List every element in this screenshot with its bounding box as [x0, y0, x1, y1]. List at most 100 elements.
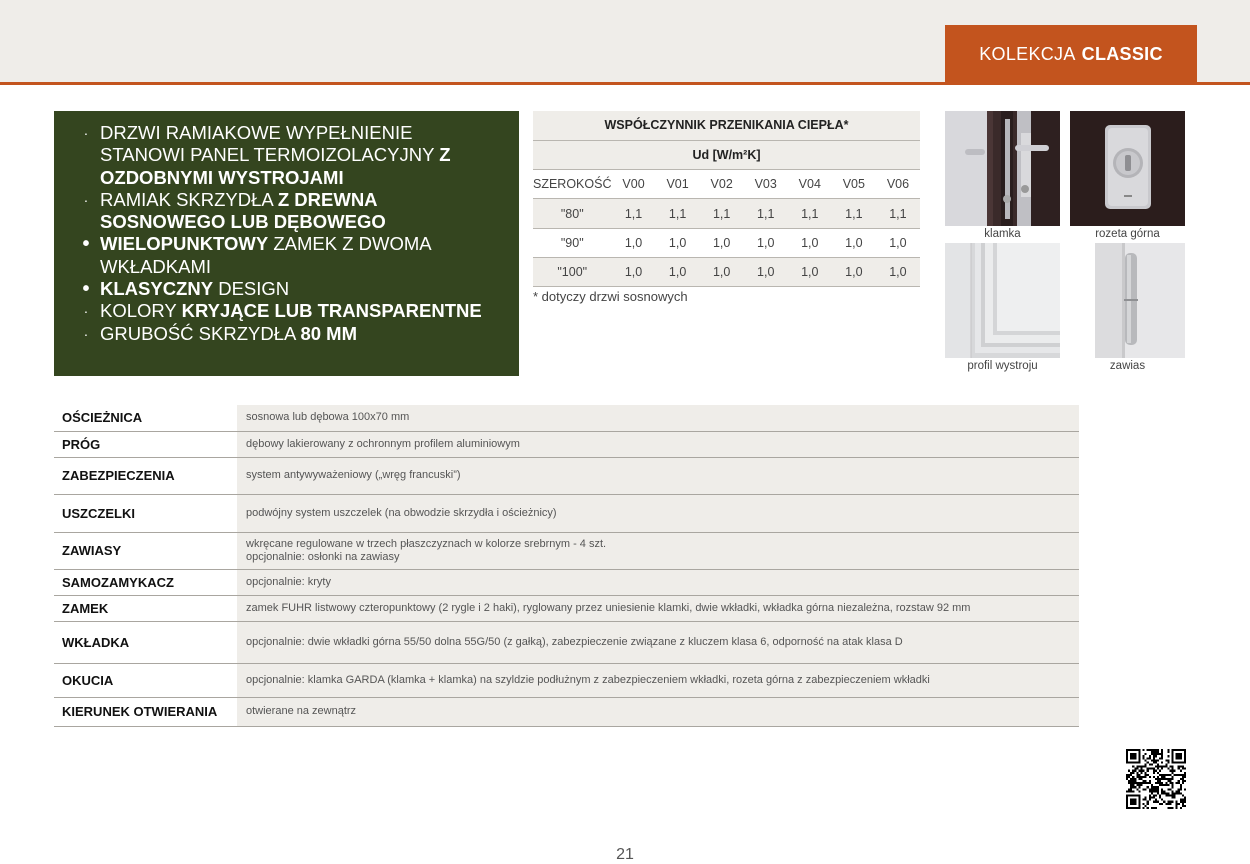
- spec-value: otwierane na zewnątrz: [237, 697, 1079, 727]
- feature-item: • WIELOPUNKTOWY ZAMEK Z DWOMA WKŁADKAMI: [72, 233, 499, 278]
- spec-label: OŚCIEŻNICA: [54, 405, 237, 432]
- heat-column-header: V01: [655, 169, 700, 200]
- spec-label: WKŁADKA: [54, 621, 237, 664]
- bullet-icon: •: [82, 278, 90, 301]
- spec-value: wkręcane regulowane w trzech płaszczyzna…: [237, 532, 1079, 570]
- lock-rosette-photo: [1070, 111, 1185, 226]
- feature-item: • KLASYCZNY DESIGN: [72, 278, 499, 300]
- heat-value-cell: 1,0: [875, 257, 920, 288]
- thumb-label-profil: profil wystroju: [967, 360, 1038, 372]
- heat-value-cell: 1,0: [655, 257, 700, 288]
- heat-table-row: "80" 1,1 1,1 1,1 1,1 1,1 1,1 1,1: [533, 198, 920, 229]
- feature-text-after: DESIGN: [213, 278, 290, 300]
- heat-value-cell: 1,0: [655, 228, 700, 258]
- thumb-label-klamka: klamka: [984, 228, 1021, 240]
- bullet-icon: •: [82, 233, 90, 256]
- spec-value: opcjonalnie: klamka GARDA (klamka + klam…: [237, 663, 1079, 698]
- feature-text-bold: KLASYCZNY: [100, 278, 214, 300]
- heat-value-cell: 1,1: [787, 198, 832, 229]
- spec-value: podwójny system uszczelek (na obwodzie s…: [237, 494, 1079, 533]
- spec-value-line: wkręcane regulowane w trzech płaszczyzna…: [246, 537, 607, 550]
- door-handle-photo: [945, 111, 1060, 226]
- bullet-icon: ·: [83, 125, 89, 141]
- heat-value-cell: 1,0: [831, 257, 876, 288]
- heat-table-note: * dotyczy drzwi sosnowych: [533, 289, 688, 305]
- heat-table-row: "100" 1,0 1,0 1,0 1,0 1,0 1,0 1,0: [533, 257, 920, 288]
- spec-value-line: opcjonalnie: kryty: [246, 575, 331, 588]
- heat-value-cell: 1,1: [611, 198, 656, 229]
- feature-text-normal: KOLORY: [100, 300, 182, 322]
- heat-width-cell: "100": [533, 257, 612, 288]
- spec-value: sosnowa lub dębowa 100x70 mm: [237, 405, 1079, 432]
- bullet-icon: ·: [83, 303, 89, 320]
- heat-width-cell: "90": [533, 228, 612, 258]
- feature-item: · DRZWI RAMIAKOWE WYPEŁNIENIE STANOWI PAN…: [72, 122, 499, 189]
- feature-text-bold: WIELOPUNKTOWY: [100, 233, 269, 255]
- spec-label: PRÓG: [54, 431, 237, 458]
- feature-text-bold: 80 MM: [300, 322, 358, 344]
- heat-value-cell: 1,0: [699, 257, 744, 288]
- heat-value-cell: 1,1: [655, 198, 700, 229]
- page-number: 21: [616, 846, 634, 863]
- spec-value: dębowy lakierowany z ochronnym profilem …: [237, 431, 1079, 458]
- panel-profile-photo: [945, 243, 1060, 358]
- spec-label: ZABEZPIECZENIA: [54, 457, 237, 495]
- qr-code-icon: [1126, 749, 1186, 809]
- specification-rows: OŚCIEŻNICA sosnowa lub dębowa 100x70 mm PR…: [54, 405, 1079, 727]
- heat-value-cell: 1,0: [787, 257, 832, 288]
- spec-label: KIERUNEK OTWIERANIA: [54, 697, 237, 727]
- bullet-icon: ·: [83, 191, 89, 208]
- spec-value: zamek FUHR listwowy czteropunktowy (2 ry…: [237, 595, 1079, 622]
- feature-text: RAMIAK SKRZYDŁA Z DREWNA SOSNOWEGO LUB D…: [100, 189, 499, 234]
- spec-value-line: opcjonalnie: klamka GARDA (klamka + klam…: [246, 673, 930, 686]
- heat-value-cell: 1,0: [875, 228, 920, 258]
- spec-label: USZCZELKI: [54, 494, 237, 533]
- heat-value-cell: 1,0: [743, 228, 788, 258]
- specification-table: OŚCIEŻNICA sosnowa lub dębowa 100x70 mm PR…: [54, 405, 1079, 727]
- heat-value-cell: 1,0: [611, 257, 656, 288]
- heat-table-header-row: SZEROKOŚĆ V00 V01 V02 V03 V04 V05 V06: [533, 169, 920, 200]
- spec-label: ZAWIASY: [54, 532, 237, 570]
- heat-table-title: WSPÓŁCZYNNIK PRZENIKANIA CIEPŁA*: [533, 111, 920, 141]
- heat-value-cell: 1,1: [743, 198, 788, 229]
- heat-column-header: SZEROKOŚĆ: [533, 169, 612, 200]
- spec-row: ZABEZPIECZENIA system antywyważeniowy („w…: [54, 457, 1079, 495]
- heat-column-header: V05: [831, 169, 876, 200]
- spec-row: ZAMEK zamek FUHR listwowy czteropunktowy …: [54, 595, 1079, 622]
- bullet-icon: ·: [83, 325, 89, 342]
- spec-value-line: sosnowa lub dębowa 100x70 mm: [246, 411, 410, 424]
- spec-value-line: dębowy lakierowany z ochronnym profilem …: [246, 437, 520, 450]
- hinge-photo: [1095, 243, 1185, 358]
- feature-text-normal: GRUBOŚĆ SKRZYDŁA: [100, 322, 301, 344]
- spec-row: OKUCIA opcjonalnie: klamka GARDA (klamka …: [54, 663, 1079, 698]
- features-panel: · DRZWI RAMIAKOWE WYPEŁNIENIE STANOWI PAN…: [54, 111, 519, 376]
- heat-transfer-table: WSPÓŁCZYNNIK PRZENIKANIA CIEPŁA* Ud [W/m…: [533, 111, 920, 288]
- feature-text-normal: DRZWI RAMIAKOWE WYPEŁNIENIE STANOWI PANE…: [100, 122, 440, 166]
- heat-table-row: "90" 1,0 1,0 1,0 1,0 1,0 1,0 1,0: [533, 228, 920, 258]
- collection-prefix: KOLEKCJA: [979, 43, 1076, 64]
- feature-item: · RAMIAK SKRZYDŁA Z DREWNA SOSNOWEGO LUB …: [72, 189, 499, 234]
- heat-table-body: "80" 1,1 1,1 1,1 1,1 1,1 1,1 1,1 "90" 1,0 1,0 1,0 1,…: [533, 198, 920, 288]
- heat-column-header: V03: [743, 169, 788, 200]
- feature-text: GRUBOŚĆ SKRZYDŁA 80 MM: [100, 323, 357, 345]
- collection-tab: KOLEKCJA CLASSIC: [945, 25, 1197, 83]
- feature-text: KOLORY KRYJĄCE LUB TRANSPARENTNE: [100, 300, 482, 322]
- spec-row: OŚCIEŻNICA sosnowa lub dębowa 100x70 mm: [54, 405, 1079, 432]
- spec-value-line: zamek FUHR listwowy czteropunktowy (2 ry…: [246, 601, 971, 614]
- heat-column-header: V04: [787, 169, 832, 200]
- spec-value-line: opcjonalnie: dwie wkładki górna 55/50 do…: [246, 635, 903, 648]
- feature-text: KLASYCZNY DESIGN: [100, 278, 289, 300]
- thumb-label-zawias: zawias: [1109, 360, 1146, 372]
- feature-list: · DRZWI RAMIAKOWE WYPEŁNIENIE STANOWI PAN…: [72, 122, 499, 345]
- spec-label: OKUCIA: [54, 663, 237, 698]
- heat-value-cell: 1,1: [875, 198, 920, 229]
- spec-row: SAMOZAMYKACZ opcjonalnie: kryty: [54, 569, 1079, 596]
- spec-row: ZAWIASY wkręcane regulowane w trzech płas…: [54, 532, 1079, 570]
- heat-column-header: V00: [611, 169, 656, 200]
- feature-text-bold: KRYJĄCE LUB TRANSPARENTNE: [181, 300, 482, 322]
- spec-label: ZAMEK: [54, 595, 237, 622]
- spec-value: opcjonalnie: kryty: [237, 569, 1079, 596]
- feature-text: WIELOPUNKTOWY ZAMEK Z DWOMA WKŁADKAMI: [100, 233, 499, 278]
- heat-value-cell: 1,0: [611, 228, 656, 258]
- spec-label: SAMOZAMYKACZ: [54, 569, 237, 596]
